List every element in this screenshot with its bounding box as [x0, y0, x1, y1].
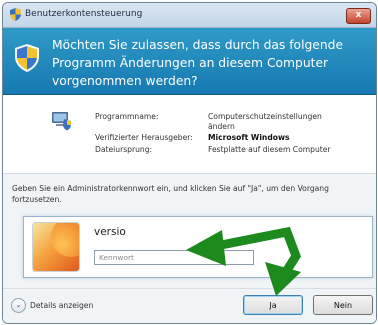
dialog-footer: ⌄ Details anzeigen Ja Nein [3, 288, 376, 323]
origin-label: Dateiursprung: [95, 145, 153, 154]
uac-shield-icon [15, 44, 39, 72]
yes-button[interactable]: Ja [243, 295, 303, 315]
user-avatar-icon [32, 222, 80, 272]
no-button[interactable]: Nein [313, 295, 373, 315]
origin-value: Festplatte auf diesem Computer [208, 145, 331, 154]
window-title: Benutzerkontensteuerung [25, 9, 143, 19]
password-input[interactable] [94, 250, 254, 265]
uac-question: Möchten Sie zulassen, dass durch das fol… [52, 38, 344, 88]
program-name-label: Programmname: [95, 112, 159, 121]
publisher-value-text: Microsoft Windows [208, 133, 290, 142]
publisher-value: Microsoft Windows [208, 133, 290, 142]
close-button[interactable]: x [346, 8, 371, 24]
close-icon: x [355, 10, 362, 20]
chevron-down-icon: ⌄ [11, 298, 26, 313]
uac-banner: Möchten Sie zulassen, dass durch das fol… [3, 28, 376, 95]
avatar-flower [51, 223, 79, 257]
details-toggle[interactable]: ⌄ Details anzeigen [11, 298, 93, 313]
credential-tile[interactable]: versio [23, 216, 373, 278]
program-icon [52, 112, 71, 131]
uac-dialog: Benutzerkontensteuerung x Möchten Sie zu… [2, 2, 377, 324]
uac-shield-icon [10, 8, 21, 21]
program-name-value: Computerschutzeinstellungen ändern [208, 112, 322, 131]
publisher-label: Verifizierter Herausgeber: [95, 133, 193, 142]
details-label: Details anzeigen [30, 301, 94, 310]
username-label: versio [94, 226, 126, 238]
credential-instruction: Geben Sie ein Administratorkennwort ein,… [12, 184, 329, 204]
title-bar: Benutzerkontensteuerung x [3, 3, 376, 28]
